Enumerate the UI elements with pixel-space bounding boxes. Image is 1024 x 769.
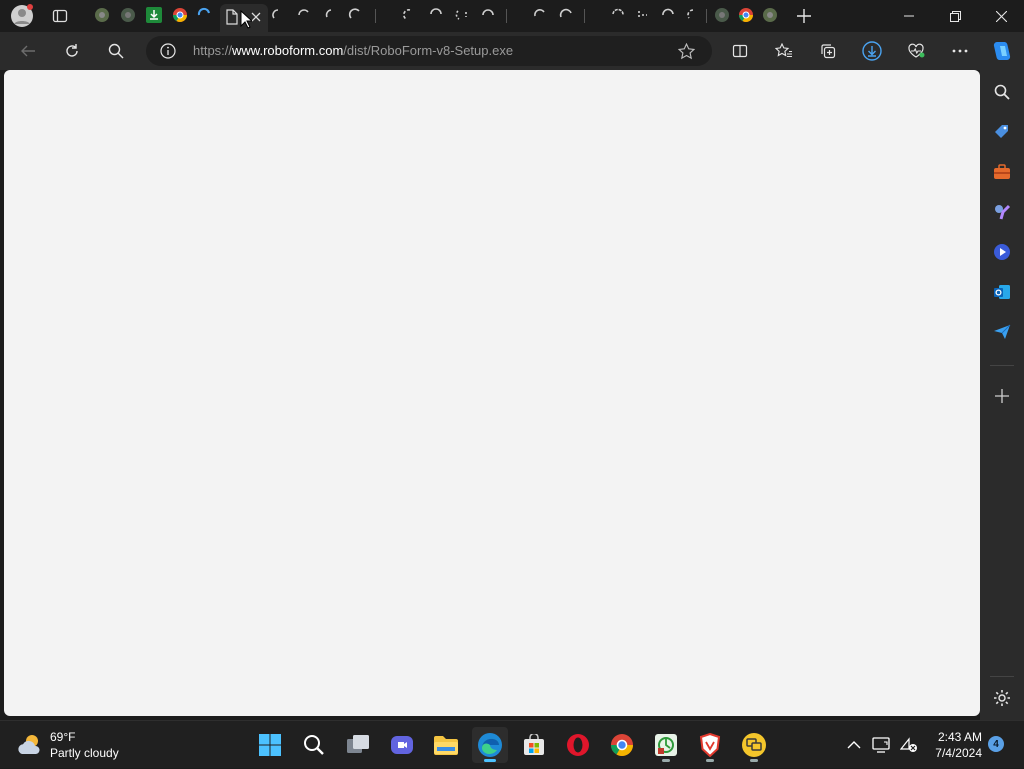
site-info-icon[interactable] xyxy=(160,43,176,59)
copilot-icon[interactable] xyxy=(986,35,1018,67)
page-document-icon xyxy=(224,9,240,25)
weather-condition: Partly cloudy xyxy=(50,746,119,760)
tab-separator xyxy=(706,9,707,23)
running-indicator xyxy=(662,759,670,762)
url-text[interactable]: https://www.roboform.com/dist/RoboForm-v… xyxy=(193,43,513,58)
tab-loading-spinner-icon[interactable] xyxy=(610,7,626,23)
task-view-icon[interactable] xyxy=(340,727,376,763)
clock-time[interactable]: 2:43 AM xyxy=(932,730,982,744)
favorites-icon[interactable] xyxy=(768,35,800,67)
tab-loading-spinner-icon[interactable] xyxy=(196,7,212,23)
add-sidebar-app-icon[interactable] xyxy=(988,382,1016,410)
tab-loading-spinner-icon[interactable] xyxy=(684,7,700,23)
back-button[interactable] xyxy=(12,35,44,67)
sidebar-settings-gear-icon[interactable] xyxy=(988,684,1016,712)
browser-essentials-icon[interactable] xyxy=(900,35,932,67)
sidebar-divider xyxy=(990,365,1014,366)
sidebar-divider xyxy=(990,676,1014,677)
sidebar-search-icon[interactable] xyxy=(988,78,1016,106)
chrome-browser-icon[interactable] xyxy=(604,727,640,763)
network-disconnected-icon[interactable] xyxy=(894,727,924,763)
url-path: /dist/RoboForm-v8-Setup.exe xyxy=(343,43,514,58)
collections-icon[interactable] xyxy=(812,35,844,67)
tab-loading-spinner-icon[interactable] xyxy=(634,7,650,23)
tab-actions-icon[interactable] xyxy=(48,5,72,27)
tab-loading-spinner-icon[interactable] xyxy=(454,7,470,23)
tools-briefcase-icon[interactable] xyxy=(988,158,1016,186)
teams-chat-icon[interactable] xyxy=(384,727,420,763)
running-indicator xyxy=(484,759,496,762)
search-icon[interactable] xyxy=(100,35,132,67)
profile-avatar[interactable] xyxy=(8,3,36,29)
windows-taskbar: 69°F Partly cloudy 2:43 AM 7/4/2024 4 xyxy=(0,720,1024,768)
taskbar-search-icon[interactable] xyxy=(296,727,332,763)
tab-chrome-favicon-icon[interactable] xyxy=(714,7,730,23)
shopping-tag-icon[interactable] xyxy=(988,118,1016,146)
roboform-setup-icon[interactable] xyxy=(648,727,684,763)
file-explorer-icon[interactable] xyxy=(428,727,464,763)
games-icon[interactable] xyxy=(988,198,1016,226)
tab-strip xyxy=(0,0,1024,32)
refresh-button[interactable] xyxy=(56,35,88,67)
microsoft-365-icon[interactable] xyxy=(988,238,1016,266)
url-scheme: https:// xyxy=(193,43,233,58)
mouse-cursor-icon xyxy=(240,9,254,33)
tab-download-site-icon[interactable] xyxy=(146,7,162,23)
tab-chrome-color-icon[interactable] xyxy=(172,7,188,23)
opera-browser-icon[interactable] xyxy=(560,727,596,763)
tab-loading-spinner-icon[interactable] xyxy=(660,7,676,23)
tab-separator xyxy=(506,9,507,23)
outlook-icon[interactable] xyxy=(988,278,1016,306)
tab-loading-spinner-icon[interactable] xyxy=(428,7,444,23)
split-screen-icon[interactable] xyxy=(724,35,756,67)
minimize-button[interactable] xyxy=(886,0,932,32)
tab-loading-spinner-icon[interactable] xyxy=(270,7,286,23)
partly-cloudy-weather-icon xyxy=(16,731,44,759)
restore-button[interactable] xyxy=(932,0,978,32)
tab-chrome-favicon-icon[interactable] xyxy=(94,7,110,23)
running-indicator xyxy=(750,759,758,762)
notification-count-badge[interactable]: 4 xyxy=(988,736,1004,752)
tab-loading-spinner-icon[interactable] xyxy=(558,7,574,23)
microsoft-store-icon[interactable] xyxy=(516,727,552,763)
edge-sidebar xyxy=(980,70,1024,720)
start-button[interactable] xyxy=(252,727,288,763)
display-tray-icon[interactable] xyxy=(866,727,896,763)
tab-chrome-favicon-icon[interactable] xyxy=(762,7,778,23)
tab-separator xyxy=(584,9,585,23)
weather-temperature: 69°F xyxy=(50,730,76,744)
tab-loading-spinner-icon[interactable] xyxy=(400,7,416,23)
downloads-icon[interactable] xyxy=(856,35,888,67)
close-window-button[interactable] xyxy=(978,0,1024,32)
tab-loading-spinner-icon[interactable] xyxy=(322,7,338,23)
tab-loading-spinner-icon[interactable] xyxy=(532,7,548,23)
page-content-area[interactable] xyxy=(4,70,980,716)
tab-chrome-color-icon[interactable] xyxy=(738,7,754,23)
running-indicator xyxy=(706,759,714,762)
drop-send-icon[interactable] xyxy=(988,318,1016,346)
edge-browser-icon[interactable] xyxy=(472,727,508,763)
clock-date[interactable]: 7/4/2024 xyxy=(924,746,982,760)
brave-browser-icon[interactable] xyxy=(692,727,728,763)
tab-loading-spinner-icon[interactable] xyxy=(348,7,364,23)
weather-widget[interactable]: 69°F Partly cloudy xyxy=(0,721,130,769)
address-bar[interactable]: https://www.roboform.com/dist/RoboForm-v… xyxy=(146,36,712,66)
browser-toolbar: https://www.roboform.com/dist/RoboForm-v… xyxy=(0,32,1024,70)
tab-loading-spinner-icon[interactable] xyxy=(296,7,312,23)
tab-loading-spinner-icon[interactable] xyxy=(480,7,496,23)
url-host: www.roboform.com xyxy=(232,43,344,58)
tab-chrome-favicon-icon[interactable] xyxy=(120,7,136,23)
favorite-star-icon[interactable] xyxy=(676,42,696,60)
new-tab-button[interactable] xyxy=(792,5,816,27)
remote-desktop-icon[interactable] xyxy=(736,727,772,763)
more-options-icon[interactable] xyxy=(944,35,976,67)
tab-separator xyxy=(375,9,376,23)
